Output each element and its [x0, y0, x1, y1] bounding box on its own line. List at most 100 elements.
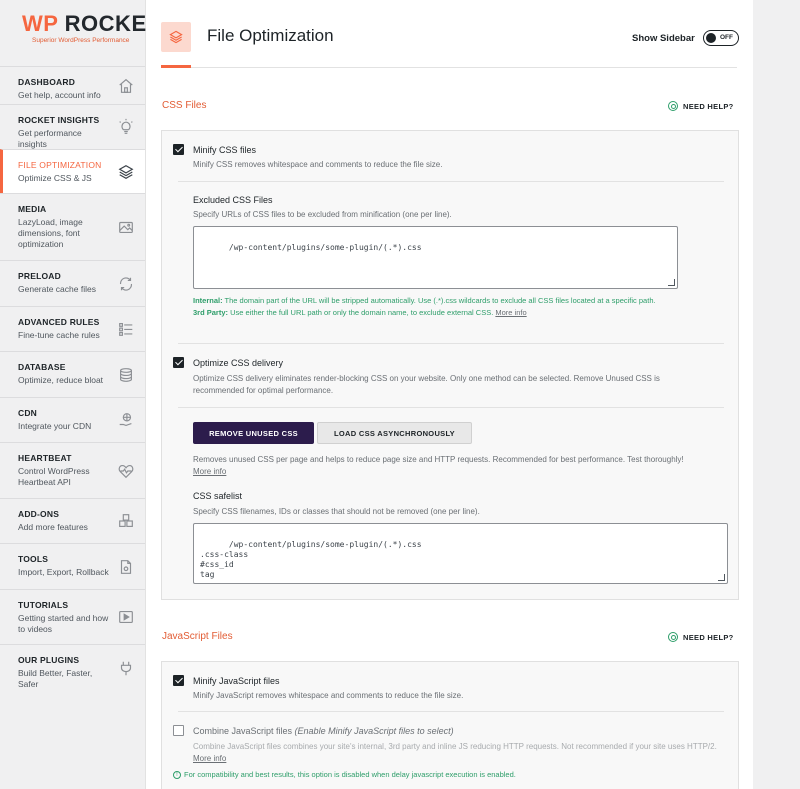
optimize-css-delivery-checkbox[interactable] — [173, 357, 184, 368]
sidebar-item-title: OUR PLUGINS — [18, 655, 80, 665]
sidebar-item-subtitle: Get performance insights — [18, 128, 82, 149]
refresh-icon — [117, 275, 135, 293]
excluded-css-textarea[interactable]: /wp-content/plugins/some-plugin/(.*).css — [193, 226, 678, 289]
image-icon — [117, 218, 135, 236]
js-compat-note-text: For compatibility and best results, this… — [184, 770, 516, 779]
sidebar-item-subtitle: Import, Export, Rollback — [18, 567, 109, 577]
toggle-state: OFF — [720, 34, 733, 41]
sidebar-item-title: ADD-ONS — [18, 509, 60, 519]
combine-js-label-hint: (Enable Minify JavaScript files to selec… — [294, 726, 454, 736]
plug-icon — [117, 659, 135, 677]
divider — [178, 343, 724, 344]
sidebar-item-tools[interactable]: TOOLS Import, Export, Rollback — [0, 543, 145, 589]
sidebar-item-title: PRELOAD — [18, 271, 61, 281]
sidebar-item-title: ADVANCED RULES — [18, 317, 100, 327]
combine-js-label: Combine JavaScript files (Enable Minify … — [193, 726, 454, 736]
sidebar-item-preload[interactable]: PRELOAD Generate cache files — [0, 260, 145, 306]
combine-js-checkbox[interactable] — [173, 725, 184, 736]
layers-icon — [117, 163, 135, 181]
wp-rocket-logo[interactable]: WP ROCKET Superior WordPress Performance — [0, 0, 160, 66]
css-safelist-description: Specify CSS filenames, IDs or classes th… — [193, 507, 480, 516]
minify-js-checkbox[interactable] — [173, 675, 184, 686]
js-compat-note: ! For compatibility and best results, th… — [173, 770, 516, 779]
remove-unused-css-button[interactable]: REMOVE UNUSED CSS — [193, 422, 314, 444]
js-files-panel: Minify JavaScript files Minify JavaScrip… — [161, 661, 739, 789]
js-need-help-link[interactable]: NEED HELP? — [668, 632, 734, 642]
show-sidebar-toggle[interactable]: OFF — [703, 30, 739, 46]
cubes-icon — [117, 512, 135, 530]
remove-unused-desc-text: Removes unused CSS per page and helps to… — [193, 455, 684, 464]
database-icon — [117, 366, 135, 384]
sidebar-item-subtitle: Control WordPress Heartbeat API — [18, 466, 90, 487]
video-play-icon — [117, 608, 135, 626]
sidebar-item-title: MEDIA — [18, 204, 47, 214]
load-css-async-button[interactable]: LOAD CSS ASYNCHRONOUSLY — [317, 422, 472, 444]
show-sidebar-label: Show Sidebar — [632, 33, 695, 44]
info-icon: ! — [173, 770, 181, 779]
logo-wp: WP — [22, 11, 59, 36]
divider — [178, 407, 724, 408]
sidebar-item-title: TUTORIALS — [18, 600, 69, 610]
sidebar-item-subtitle: Getting started and how to videos — [18, 613, 109, 634]
sidebar-item-add-ons[interactable]: ADD-ONS Add more features — [0, 498, 145, 543]
note-internal-text: The domain part of the URL will be strip… — [222, 296, 656, 305]
divider — [178, 181, 724, 182]
help-lifebuoy-icon — [668, 101, 678, 111]
excluded-css-value: /wp-content/plugins/some-plugin/(.*).css — [228, 243, 422, 252]
main-content: File Optimization Show Sidebar OFF CSS F… — [146, 0, 753, 789]
sidebar-item-file-optimization[interactable]: FILE OPTIMIZATION Optimize CSS & JS — [0, 149, 145, 193]
remove-unused-more-info-link[interactable]: More info — [193, 467, 226, 476]
logo-tagline: Superior WordPress Performance — [32, 37, 130, 44]
sidebar-item-cdn[interactable]: CDN Integrate your CDN — [0, 397, 145, 442]
sidebar-item-rocket-insights[interactable]: ROCKET INSIGHTS Get performance insights — [0, 104, 145, 149]
minify-css-checkbox[interactable] — [173, 144, 184, 155]
sidebar-item-our-plugins[interactable]: OUR PLUGINS Build Better, Faster, Safer — [0, 644, 145, 690]
need-help-label: NEED HELP? — [683, 632, 734, 642]
sidebar-item-title: DASHBOARD — [18, 77, 76, 87]
toggle-knob — [706, 33, 716, 43]
need-help-label: NEED HELP? — [683, 101, 734, 111]
css-safelist-label: CSS safelist — [193, 491, 243, 501]
sidebar-item-dashboard[interactable]: DASHBOARD Get help, account info — [0, 66, 145, 104]
resize-handle[interactable] — [718, 574, 725, 581]
combine-js-more-info-link[interactable]: More info — [193, 754, 226, 763]
help-lifebuoy-icon — [668, 632, 678, 642]
sidebar-item-media[interactable]: MEDIA LazyLoad, image dimensions, font o… — [0, 193, 145, 260]
globe-hand-icon — [117, 411, 135, 429]
css-safelist-value: /wp-content/plugins/some-plugin/(.*).css… — [200, 540, 422, 579]
sidebar-item-heartbeat[interactable]: HEARTBEAT Control WordPress Heartbeat AP… — [0, 442, 145, 498]
css-need-help-link[interactable]: NEED HELP? — [668, 101, 734, 111]
note-internal-label: Internal: — [193, 296, 223, 305]
lightbulb-icon — [117, 118, 135, 136]
more-info-link[interactable]: More info — [495, 308, 526, 317]
remove-unused-css-description: Removes unused CSS per page and helps to… — [193, 454, 728, 478]
sidebar-item-title: DATABASE — [18, 362, 66, 372]
js-files-section-title: JavaScript Files — [162, 631, 233, 642]
divider — [178, 711, 724, 712]
resize-handle[interactable] — [668, 279, 675, 286]
excluded-css-note: Internal: The domain part of the URL wil… — [193, 295, 713, 319]
list-icon — [117, 320, 135, 338]
sidebar-item-subtitle: LazyLoad, image dimensions, font optimiz… — [18, 217, 83, 249]
combine-js-label-text: Combine JavaScript files — [193, 726, 295, 736]
sidebar-item-subtitle: Generate cache files — [18, 284, 96, 294]
tools-file-icon — [117, 558, 135, 576]
sidebar-item-title: ROCKET INSIGHTS — [18, 115, 100, 125]
minify-css-description: Minify CSS removes whitespace and commen… — [193, 160, 443, 169]
sidebar-item-subtitle: Optimize, reduce bloat — [18, 375, 104, 385]
note-3rd-party-label: 3rd Party: — [193, 308, 229, 317]
sidebar-item-advanced-rules[interactable]: ADVANCED RULES Fine-tune cache rules — [0, 306, 145, 351]
header-underline — [161, 65, 191, 68]
heartbeat-icon — [117, 462, 135, 480]
sidebar-item-subtitle: Integrate your CDN — [18, 421, 92, 431]
css-files-section-title: CSS Files — [162, 100, 207, 111]
page-title: File Optimization — [207, 26, 334, 45]
optimize-css-delivery-label: Optimize CSS delivery — [193, 358, 284, 368]
css-safelist-textarea[interactable]: /wp-content/plugins/some-plugin/(.*).css… — [193, 523, 728, 584]
sidebar-item-database[interactable]: DATABASE Optimize, reduce bloat — [0, 351, 145, 397]
sidebar-item-tutorials[interactable]: TUTORIALS Getting started and how to vid… — [0, 589, 145, 644]
sidebar-item-subtitle: Fine-tune cache rules — [18, 330, 100, 340]
css-files-panel: Minify CSS files Minify CSS removes whit… — [161, 130, 739, 600]
minify-css-label: Minify CSS files — [193, 145, 257, 155]
excluded-css-label: Excluded CSS Files — [193, 195, 273, 205]
